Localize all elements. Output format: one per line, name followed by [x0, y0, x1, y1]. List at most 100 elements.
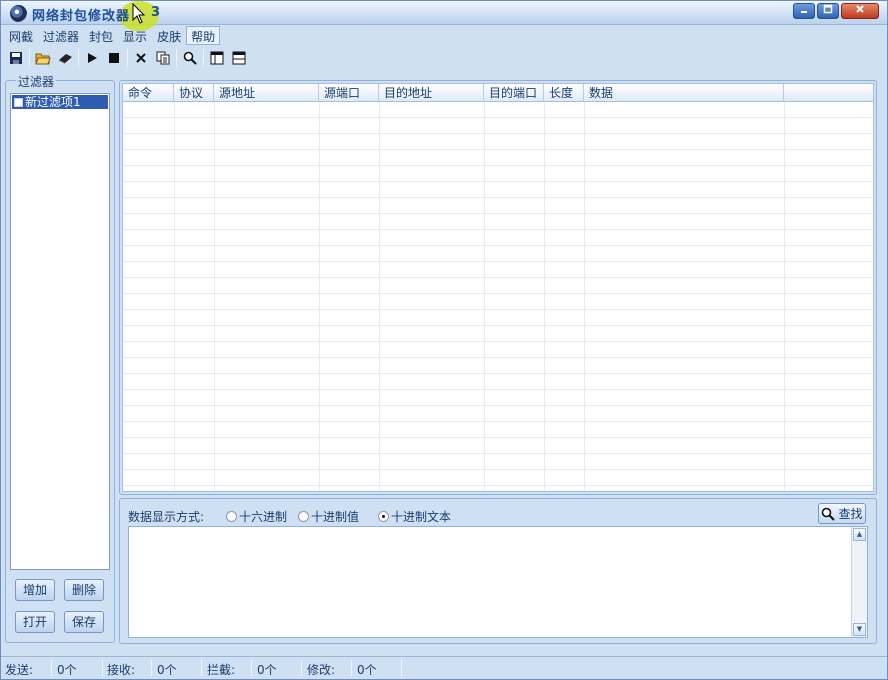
- save-button[interactable]: [5, 47, 27, 69]
- column-divider: [319, 102, 320, 491]
- data-display-panel: 数据显示方式: 十六进制 十进制值 十进制文本 查找 ▲ ▼: [119, 498, 877, 644]
- status-separator: [301, 660, 302, 676]
- open-packets-button[interactable]: [54, 47, 76, 69]
- radio-decimal-text-indicator[interactable]: [378, 511, 389, 522]
- menu-item-packet[interactable]: 封包: [84, 26, 118, 45]
- data-scrollbar[interactable]: ▲ ▼: [851, 527, 867, 637]
- stop-button[interactable]: [103, 47, 125, 69]
- status-separator: [351, 660, 352, 676]
- column-header-dest-port[interactable]: 目的端口: [484, 84, 544, 102]
- mouse-cursor-icon: [132, 3, 146, 24]
- menu-item-filter[interactable]: 过滤器: [38, 26, 84, 45]
- column-header-source-address[interactable]: 源地址: [214, 84, 319, 102]
- status-separator: [401, 660, 402, 676]
- radio-decimal-value[interactable]: 十进制值: [298, 508, 359, 525]
- layout-icon-2: [232, 51, 246, 65]
- layout-button-2[interactable]: [228, 47, 250, 69]
- column-header-protocol[interactable]: 协议: [174, 84, 214, 102]
- column-divider: [584, 102, 585, 491]
- main-window: 网络封包修改器 3 网截 过滤器 封包 显示 皮肤 帮助 过滤器 新过滤项1 增…: [0, 0, 888, 680]
- status-separator: [151, 660, 152, 676]
- layout-button-1[interactable]: [206, 47, 228, 69]
- delete-icon: [136, 53, 146, 63]
- toolbar-separator: [127, 49, 128, 67]
- column-divider: [174, 102, 175, 491]
- column-divider: [784, 102, 785, 491]
- status-modify-value: 0个: [357, 663, 377, 677]
- open-filter-button[interactable]: 打开: [15, 611, 55, 633]
- search-icon: [183, 51, 197, 65]
- title-bar[interactable]: 网络封包修改器 3: [1, 1, 887, 31]
- column-header-dest-address[interactable]: 目的地址: [379, 84, 484, 102]
- status-bar: 发送: 0个 接收: 0个 拦截: 0个 修改: 0个: [1, 656, 887, 679]
- status-separator: [251, 660, 252, 676]
- column-divider: [544, 102, 545, 491]
- window-title: 网络封包修改器: [32, 9, 131, 24]
- maximize-button[interactable]: [817, 3, 839, 19]
- copy-button[interactable]: [152, 47, 174, 69]
- column-header-source-port[interactable]: 源端口: [319, 84, 379, 102]
- menu-item-capture[interactable]: 网截: [4, 26, 38, 45]
- save-filter-button[interactable]: 保存: [64, 611, 104, 633]
- window-version: 3: [151, 5, 161, 20]
- open-button[interactable]: [32, 47, 54, 69]
- column-header-command[interactable]: 命令: [123, 84, 174, 102]
- maximize-icon: [823, 4, 833, 14]
- delete-filter-button[interactable]: 删除: [64, 579, 104, 601]
- radio-hex-label: 十六进制: [239, 510, 288, 524]
- filter-list[interactable]: 新过滤项1: [10, 93, 110, 570]
- start-button[interactable]: [81, 47, 103, 69]
- close-button[interactable]: [841, 3, 879, 19]
- radio-decimal-text[interactable]: 十进制文本: [378, 508, 451, 525]
- search-button[interactable]: [179, 47, 201, 69]
- minimize-button[interactable]: [793, 3, 815, 19]
- radio-hex[interactable]: 十六进制: [226, 508, 287, 525]
- status-separator: [201, 660, 202, 676]
- status-recv-value: 0个: [157, 663, 177, 677]
- minimize-icon: [801, 11, 807, 13]
- display-mode-label: 数据显示方式:: [128, 510, 205, 524]
- column-divider: [484, 102, 485, 491]
- packet-table-header: 命令 协议 源地址 源端口 目的地址 目的端口 长度 数据: [123, 84, 873, 102]
- play-icon: [88, 53, 97, 63]
- menu-item-skin[interactable]: 皮肤: [152, 26, 186, 45]
- packet-table-body[interactable]: [123, 102, 873, 491]
- filter-checkbox[interactable]: [14, 97, 23, 107]
- status-separator: [51, 660, 52, 676]
- toolbar: [1, 46, 887, 70]
- save-icon: [10, 52, 22, 64]
- status-send-label: 发送:: [5, 663, 34, 677]
- find-button[interactable]: 查找: [818, 503, 866, 524]
- toolbar-separator: [78, 49, 79, 67]
- radio-hex-indicator[interactable]: [226, 511, 237, 522]
- radio-decimal-value-indicator[interactable]: [298, 511, 309, 522]
- toolbar-separator: [203, 49, 204, 67]
- column-header-data[interactable]: 数据: [584, 84, 784, 102]
- status-block-label: 拦截:: [207, 663, 236, 677]
- filter-panel: 过滤器 新过滤项1 增加 删除 打开 保存: [5, 73, 115, 643]
- menu-bar: 网截 过滤器 封包 显示 皮肤 帮助: [1, 26, 887, 45]
- menu-item-help[interactable]: 帮助: [186, 26, 221, 45]
- packet-data-textarea[interactable]: [128, 526, 868, 638]
- status-recv-label: 接收:: [107, 663, 136, 677]
- find-button-label: 查找: [838, 507, 863, 521]
- packet-table-frame: 命令 协议 源地址 源端口 目的地址 目的端口 长度 数据: [119, 80, 877, 495]
- toolbar-separator: [29, 49, 30, 67]
- layout-icon-1: [210, 51, 224, 65]
- column-divider: [214, 102, 215, 491]
- scroll-up-arrow-icon[interactable]: ▲: [853, 528, 866, 541]
- scroll-down-arrow-icon[interactable]: ▼: [853, 623, 866, 636]
- toolbar-separator: [176, 49, 177, 67]
- delete-button[interactable]: [130, 47, 152, 69]
- packet-table[interactable]: 命令 协议 源地址 源端口 目的地址 目的端口 长度 数据: [122, 83, 874, 492]
- menu-item-view[interactable]: 显示: [118, 26, 152, 45]
- filter-list-item[interactable]: 新过滤项1: [12, 95, 108, 109]
- status-separator: [102, 660, 103, 676]
- add-filter-button[interactable]: 增加: [15, 579, 55, 601]
- status-block-value: 0个: [257, 663, 277, 677]
- magnifier-icon: [822, 507, 836, 521]
- radio-decimal-text-label: 十进制文本: [391, 510, 452, 524]
- copy-icon: [156, 51, 170, 65]
- column-header-length[interactable]: 长度: [544, 84, 584, 102]
- open-packets-icon: [59, 54, 72, 64]
